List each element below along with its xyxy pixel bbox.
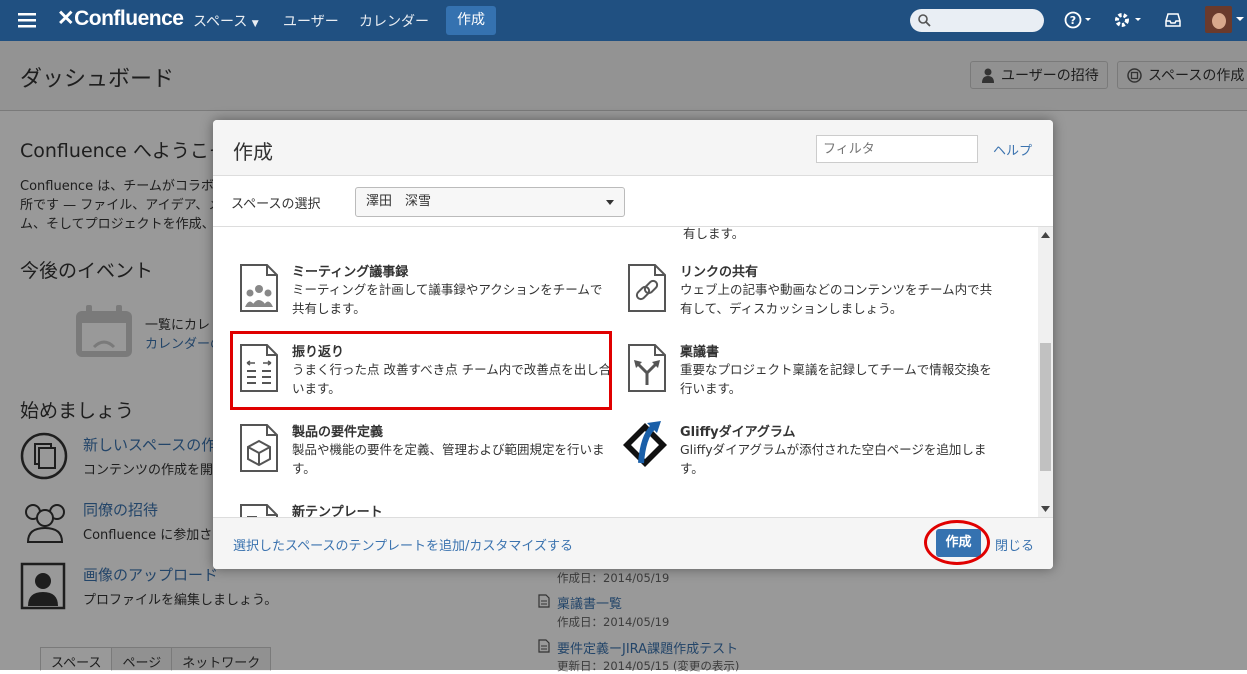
space-select-value: 澤田 深雪 [366, 194, 432, 209]
nav-users[interactable]: ユーザー [283, 11, 339, 31]
decision-icon [628, 344, 666, 392]
template-filter-input[interactable] [816, 135, 978, 163]
search-input[interactable] [910, 9, 1044, 32]
user-avatar[interactable] [1205, 6, 1232, 33]
template-name: ミーティング議事録 [292, 265, 409, 280]
truncated-template-desc: 有します。 [683, 227, 745, 241]
avatar-chevron-down-icon [1236, 17, 1244, 21]
scrollbar-thumb[interactable] [1040, 343, 1051, 471]
svg-text:?: ? [1070, 14, 1076, 27]
template-name: 新テンプレート [292, 505, 383, 517]
template-name: 製品の要件定義 [292, 425, 384, 440]
app-switcher-icon[interactable] [18, 13, 38, 29]
chevron-down-icon [606, 200, 614, 205]
dialog-title: 作成 [233, 140, 273, 164]
template-name: Gliffyダイアグラム [680, 425, 796, 440]
settings-gear-icon[interactable] [1112, 10, 1144, 30]
template-desc: Gliffyダイアグラムが添付された空白ページを追加します。 [680, 442, 987, 476]
nav-calendar[interactable]: カレンダー [359, 11, 429, 31]
meeting-notes-icon [240, 264, 278, 312]
help-link[interactable]: ヘルプ [993, 140, 1032, 159]
space-select-dropdown[interactable]: 澤田 深雪 [355, 187, 625, 217]
confluence-x-icon: ✕ [57, 7, 75, 30]
close-link[interactable]: 閉じる [995, 535, 1034, 554]
template-desc: ウェブ上の記事や動画などのコンテンツをチーム内で共有して、ディスカッションしまし… [680, 282, 993, 316]
template-name: リンクの共有 [680, 265, 759, 280]
chevron-down-icon: ▼ [251, 19, 259, 29]
template-gliffy[interactable]: Gliffyダイアグラム Gliffyダイアグラムが添付された空白ページを追加し… [619, 417, 999, 491]
link-share-icon [628, 264, 666, 312]
nav-create-button[interactable]: 作成 [446, 6, 496, 35]
dialog-header: 作成 ヘルプ [213, 120, 1053, 176]
template-product-requirements[interactable]: 製品の要件定義 製品や機能の要件を定義、管理および範囲規定を行います。 [231, 417, 611, 491]
highlight-oval-create-button [924, 520, 990, 565]
template-link-share[interactable]: リンクの共有 ウェブ上の記事や動画などのコンテンツをチーム内で共有して、ディスカ… [619, 257, 999, 331]
blank-template-icon [240, 504, 278, 517]
highlight-box-retrospective [230, 331, 612, 410]
template-list-scrollbar[interactable] [1038, 227, 1053, 517]
confluence-logo[interactable]: ✕Confluence [57, 6, 184, 31]
scroll-down-arrow-icon[interactable] [1041, 506, 1050, 512]
nav-spaces-menu[interactable]: スペース ▼ [193, 11, 259, 31]
template-new-template[interactable]: 新テンプレート [231, 497, 611, 517]
template-meeting-notes[interactable]: ミーティング議事録 ミーティングを計画して議事録やアクションをチームで共有します… [231, 257, 611, 331]
template-decision[interactable]: 稟議書 重要なプロジェクト稟議を記録してチームで情報交換を行います。 [619, 337, 999, 411]
scroll-up-arrow-icon[interactable] [1041, 232, 1050, 238]
space-select-row: スペースの選択 澤田 深雪 [213, 176, 1053, 227]
template-desc: 製品や機能の要件を定義、管理および範囲規定を行います。 [292, 442, 605, 476]
search-icon [918, 14, 931, 27]
workbox-notifications-icon[interactable] [1164, 12, 1182, 28]
template-name: 稟議書 [680, 345, 720, 360]
gliffy-icon [623, 421, 667, 467]
requirements-icon [240, 424, 278, 472]
top-navigation-bar: ✕Confluence スペース ▼ ユーザー カレンダー 作成 ? [0, 0, 1247, 41]
customize-templates-link[interactable]: 選択したスペースのテンプレートを追加/カスタマイズする [233, 535, 573, 554]
space-select-label: スペースの選択 [231, 197, 321, 212]
help-menu-icon[interactable]: ? [1064, 11, 1094, 29]
template-desc: ミーティングを計画して議事録やアクションをチームで共有します。 [292, 282, 603, 316]
template-desc: 重要なプロジェクト稟議を記録してチームで情報交換を行います。 [680, 362, 992, 396]
